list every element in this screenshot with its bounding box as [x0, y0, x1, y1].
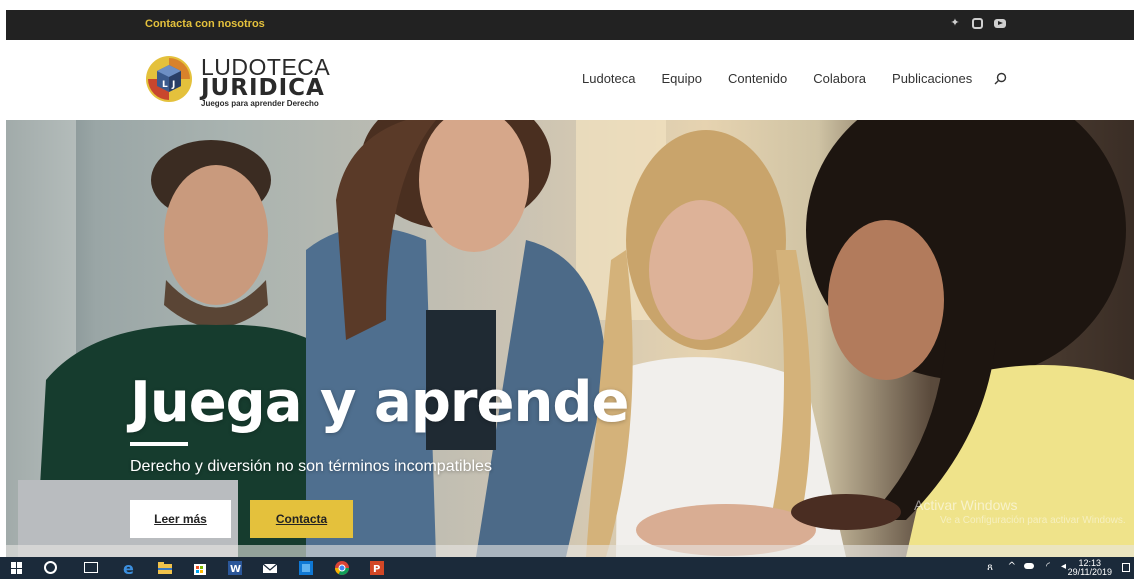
svg-text:J: J — [171, 80, 175, 90]
outlook-icon[interactable] — [298, 560, 314, 576]
windows-taskbar: e W P ጸ ^ ◜ ◂ 12:13 29/11/2019 — [0, 557, 1134, 579]
notifications-icon[interactable] — [1122, 563, 1130, 572]
people-icon[interactable]: ጸ — [987, 562, 993, 573]
main-nav: Ludoteca Equipo Contenido Colabora Publi… — [582, 71, 1007, 86]
twitter-icon[interactable]: ✦ — [949, 17, 961, 29]
site-header: L J LUDOTECA JURIDICA Juegos para aprend… — [6, 40, 1134, 120]
chrome-icon[interactable] — [334, 560, 350, 576]
taskbar-clock[interactable]: 12:13 29/11/2019 — [1068, 559, 1112, 577]
contact-us-link[interactable]: Contacta con nosotros — [145, 18, 265, 30]
search-icon[interactable] — [994, 72, 1007, 85]
social-links: ✦ — [949, 17, 1006, 29]
mail-icon[interactable] — [262, 560, 278, 576]
svg-text:W: W — [230, 564, 241, 575]
nav-item-publicaciones[interactable]: Publicaciones — [892, 71, 972, 86]
nav-item-colabora[interactable]: Colabora — [813, 71, 866, 86]
logo-line2: JURIDICA — [201, 75, 325, 101]
nav-item-ludoteca[interactable]: Ludoteca — [582, 71, 636, 86]
powerpoint-icon[interactable]: P — [369, 560, 385, 576]
onedrive-icon[interactable] — [1024, 563, 1034, 569]
hero-divider — [130, 442, 188, 446]
hero-subtitle: Derecho y diversión no son términos inco… — [130, 458, 492, 475]
browser-page: Contacta con nosotros ✦ L J LUDOTECA JUR… — [0, 0, 1134, 579]
file-explorer-icon[interactable] — [157, 560, 173, 576]
tray-chevron-icon[interactable]: ^ — [1008, 561, 1016, 572]
hero-banner: Juega y aprende Derecho y diversión no s… — [6, 120, 1134, 557]
nav-item-equipo[interactable]: Equipo — [662, 71, 702, 86]
svg-text:P: P — [373, 564, 380, 575]
instagram-icon[interactable] — [972, 18, 983, 29]
nav-item-contenido[interactable]: Contenido — [728, 71, 787, 86]
site-logo[interactable]: L J LUDOTECA JURIDICA Juegos para aprend… — [145, 53, 345, 109]
store-icon[interactable] — [192, 560, 208, 576]
windows-activation-title: Activar Windows — [914, 497, 1018, 513]
hero-title: Juega y aprende — [130, 370, 629, 435]
svg-text:e: e — [123, 560, 134, 576]
word-icon[interactable]: W — [227, 560, 243, 576]
read-more-button[interactable]: Leer más — [130, 500, 231, 538]
svg-text:L: L — [162, 80, 168, 90]
contact-button[interactable]: Contacta — [250, 500, 353, 538]
hero-photo — [6, 120, 1134, 557]
wifi-icon[interactable]: ◜ — [1046, 561, 1050, 572]
cortana-search-icon[interactable] — [44, 561, 57, 574]
clock-date: 29/11/2019 — [1067, 567, 1112, 577]
volume-icon[interactable]: ◂ — [1061, 561, 1066, 572]
logo-cube-icon: L J — [146, 56, 192, 102]
task-view-icon[interactable] — [84, 562, 98, 573]
youtube-icon[interactable] — [994, 19, 1006, 28]
windows-activation-text: Ve a Configuración para activar Windows. — [940, 515, 1126, 526]
edge-icon[interactable]: e — [121, 560, 137, 576]
logo-tagline: Juegos para aprender Derecho — [201, 99, 319, 108]
windows-start-icon[interactable] — [11, 562, 23, 574]
top-bar: Contacta con nosotros ✦ — [6, 10, 1134, 40]
